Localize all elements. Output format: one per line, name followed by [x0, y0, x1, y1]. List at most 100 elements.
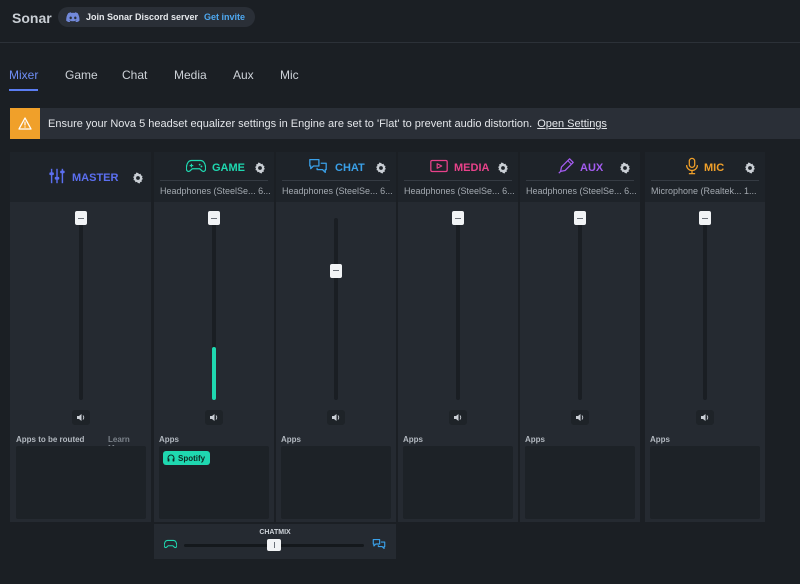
volume-slider-thumb[interactable]	[452, 211, 464, 225]
output-device-select[interactable]: Headphones (SteelSe... 6...	[404, 186, 514, 196]
apps-label: Apps	[403, 435, 423, 444]
tab-media[interactable]: Media	[174, 68, 207, 82]
channel-header: MIC Microphone (Realtek... 1...	[645, 152, 765, 202]
gamepad-icon	[164, 539, 177, 549]
divider	[282, 180, 390, 181]
apps-drop-zone[interactable]	[16, 446, 146, 519]
volume-slider-thumb[interactable]	[330, 263, 342, 278]
apps-drop-zone[interactable]	[403, 446, 513, 519]
divider	[526, 180, 634, 181]
speaker-button[interactable]	[571, 410, 589, 425]
apps-to-be-routed-label: Apps to be routed	[16, 435, 85, 444]
warning-text: Ensure your Nova 5 headset equalizer set…	[48, 117, 533, 130]
apps-drop-zone[interactable]	[650, 446, 760, 519]
chatmix-slider-thumb[interactable]	[267, 539, 281, 551]
speaker-icon	[701, 414, 709, 421]
channel-header: CHAT Headphones (SteelSe... 6...	[276, 152, 396, 202]
channel-body: Apps	[276, 202, 396, 522]
warning-icon	[10, 108, 40, 139]
apps-drop-zone[interactable]	[525, 446, 635, 519]
audio-level-meter	[212, 347, 216, 400]
volume-track[interactable]	[334, 218, 338, 400]
speaker-button[interactable]	[205, 410, 223, 425]
volume-track[interactable]	[578, 218, 582, 400]
apps-drop-zone[interactable]: Spotify	[159, 446, 269, 519]
divider	[404, 180, 512, 181]
apps-label: Apps	[525, 435, 545, 444]
chat-bubbles-icon	[309, 159, 327, 173]
top-bar: Sonar Join Sonar Discord server Get invi…	[0, 0, 800, 43]
tab-aux[interactable]: Aux	[233, 68, 254, 82]
discord-banner[interactable]: Join Sonar Discord server Get invite	[58, 7, 256, 27]
apps-label: Apps	[650, 435, 670, 444]
volume-track[interactable]	[212, 218, 216, 400]
channel-name: AUX	[580, 162, 604, 174]
speaker-icon	[454, 414, 462, 421]
tab-chat[interactable]: Chat	[122, 68, 147, 82]
apps-drop-zone[interactable]	[281, 446, 391, 519]
speaker-button[interactable]	[449, 410, 467, 425]
discord-join-text: Join Sonar Discord server	[86, 12, 199, 22]
active-tab-indicator	[9, 89, 38, 91]
channel-body: Apps	[520, 202, 640, 522]
tab-mic[interactable]: Mic	[280, 68, 299, 82]
divider	[651, 180, 759, 181]
speaker-icon	[576, 414, 584, 421]
app-title: Sonar	[12, 10, 52, 26]
speaker-icon	[77, 414, 85, 421]
apps-label: Apps	[159, 435, 179, 444]
channel-header: AUX Headphones (SteelSe... 6...	[520, 152, 640, 202]
input-device-select[interactable]: Microphone (Realtek... 1...	[651, 186, 761, 196]
channel-body: Apps to be routed Learn More	[10, 202, 151, 522]
headphones-icon	[167, 454, 175, 462]
output-device-select[interactable]: Headphones (SteelSe... 6...	[282, 186, 392, 196]
chat-bubbles-icon	[372, 538, 386, 550]
volume-track[interactable]	[703, 218, 707, 400]
volume-track[interactable]	[79, 218, 83, 400]
output-device-select[interactable]: Headphones (SteelSe... 6...	[160, 186, 270, 196]
discord-icon	[66, 12, 80, 22]
output-device-select[interactable]: Headphones (SteelSe... 6...	[526, 186, 636, 196]
microphone-icon	[685, 157, 699, 175]
volume-slider-thumb[interactable]	[574, 211, 586, 225]
channel-mic: MIC Microphone (Realtek... 1... Apps	[645, 152, 765, 522]
channel-name: MASTER	[72, 172, 119, 184]
channel-chat: CHAT Headphones (SteelSe... 6... Apps	[276, 152, 396, 522]
pen-icon	[558, 158, 574, 174]
gear-icon[interactable]	[375, 162, 387, 174]
gear-icon[interactable]	[744, 162, 756, 174]
channel-header: MASTER	[10, 152, 151, 202]
volume-slider-thumb[interactable]	[75, 211, 87, 225]
speaker-button[interactable]	[72, 410, 90, 425]
divider	[160, 180, 268, 181]
channel-name: GAME	[212, 162, 245, 174]
channel-aux: AUX Headphones (SteelSe... 6... Apps	[520, 152, 640, 522]
speaker-button[interactable]	[696, 410, 714, 425]
chatmix-label: CHATMIX	[259, 529, 291, 536]
channel-body: Apps	[398, 202, 518, 522]
app-chip-label: Spotify	[178, 453, 206, 463]
gear-icon[interactable]	[497, 162, 509, 174]
volume-slider-thumb[interactable]	[208, 211, 220, 225]
channel-body: Apps	[645, 202, 765, 522]
get-invite-link[interactable]: Get invite	[204, 12, 245, 22]
channel-game: GAME Headphones (SteelSe... 6... Apps Sp…	[154, 152, 274, 522]
open-settings-link[interactable]: Open Settings	[537, 118, 607, 130]
speaker-icon	[210, 414, 218, 421]
play-icon	[430, 159, 448, 173]
main-tabs: Mixer Game Chat Media Aux Mic	[0, 68, 800, 92]
gear-icon[interactable]	[132, 172, 144, 184]
channel-master: MASTER Apps to be routed Learn More	[10, 152, 151, 522]
sliders-icon	[49, 168, 65, 184]
chatmix-panel: CHATMIX	[154, 524, 396, 559]
volume-slider-thumb[interactable]	[699, 211, 711, 225]
tab-game[interactable]: Game	[65, 68, 98, 82]
apps-label: Apps	[281, 435, 301, 444]
app-chip-spotify[interactable]: Spotify	[163, 451, 211, 465]
channel-name: MIC	[704, 162, 725, 174]
volume-track[interactable]	[456, 218, 460, 400]
gear-icon[interactable]	[619, 162, 631, 174]
tab-mixer[interactable]: Mixer	[9, 68, 38, 82]
speaker-button[interactable]	[327, 410, 345, 425]
gear-icon[interactable]	[254, 162, 266, 174]
